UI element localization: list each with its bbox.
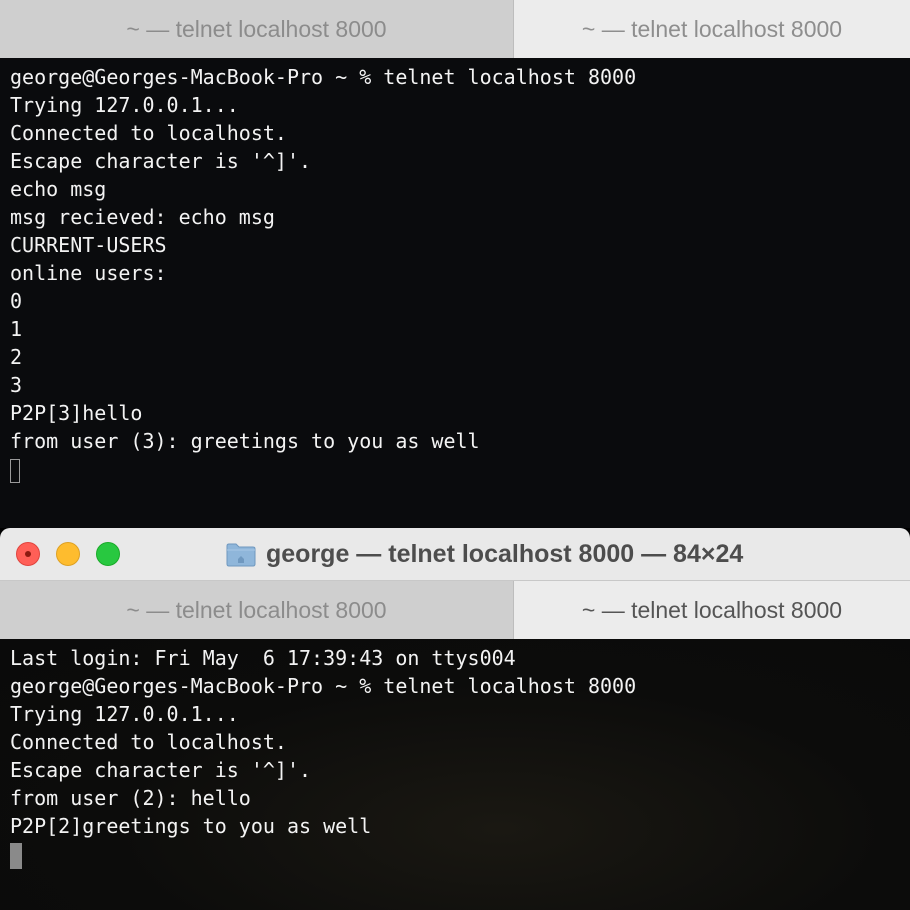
title-bar[interactable]: george — telnet localhost 8000 — 84×24: [0, 528, 910, 581]
terminal-line: P2P[3]hello: [10, 401, 143, 425]
folder-icon: [226, 543, 256, 566]
terminal-cursor-line: [10, 455, 636, 483]
maximize-button-icon[interactable]: [96, 542, 120, 566]
close-button-icon[interactable]: [16, 542, 40, 566]
tab-telnet-2[interactable]: ~ — telnet localhost 8000: [514, 0, 910, 58]
text-cursor: [10, 842, 22, 869]
terminal-line: Escape character is '^]'.: [10, 149, 312, 173]
terminal-cursor-line: [10, 840, 636, 869]
window-title: george — telnet localhost 8000 — 84×24: [226, 538, 743, 570]
terminal-line: from user (2): hello: [10, 786, 251, 810]
terminal-output[interactable]: george@Georges-MacBook-Pro ~ % telnet lo…: [0, 58, 910, 528]
terminal-line: 0: [10, 289, 23, 313]
terminal-line: george@Georges-MacBook-Pro ~ % telnet lo…: [10, 65, 637, 89]
tab-telnet-1[interactable]: ~ — telnet localhost 8000: [0, 0, 514, 58]
terminal-line: 2: [10, 345, 23, 369]
top-terminal-window: ~ — telnet localhost 8000 ~ — telnet loc…: [0, 0, 910, 528]
tab-bar: ~ — telnet localhost 8000 ~ — telnet loc…: [0, 581, 910, 639]
terminal-line: Trying 127.0.0.1...: [10, 93, 239, 117]
terminal-line: msg recieved: echo msg: [10, 205, 275, 229]
terminal-line: echo msg: [10, 177, 107, 201]
terminal-output[interactable]: Last login: Fri May 6 17:39:43 on ttys00…: [0, 639, 910, 910]
terminal-line: Connected to localhost.: [10, 730, 287, 754]
window-title-text: george — telnet localhost 8000 — 84×24: [266, 539, 744, 568]
terminal-line: Connected to localhost.: [10, 121, 287, 145]
terminal-line: george@Georges-MacBook-Pro ~ % telnet lo…: [10, 674, 637, 698]
terminal-line: 1: [10, 317, 23, 341]
terminal-line: Escape character is '^]'.: [10, 758, 312, 782]
terminal-line: Trying 127.0.0.1...: [10, 702, 239, 726]
tab-telnet-1[interactable]: ~ — telnet localhost 8000: [0, 581, 514, 639]
terminal-line: from user (3): greetings to you as well: [10, 429, 480, 453]
terminal-line: online users:: [10, 261, 167, 285]
tab-telnet-2[interactable]: ~ — telnet localhost 8000: [514, 581, 910, 639]
tab-bar: ~ — telnet localhost 8000 ~ — telnet loc…: [0, 0, 910, 58]
terminal-line: 3: [10, 373, 23, 397]
text-cursor: [10, 458, 20, 483]
terminal-line: CURRENT-USERS: [10, 233, 167, 257]
bottom-terminal-window: george — telnet localhost 8000 — 84×24 ~…: [0, 528, 910, 910]
minimize-button-icon[interactable]: [56, 542, 80, 566]
window-controls: [16, 542, 120, 566]
terminal-line: P2P[2]greetings to you as well: [10, 814, 372, 838]
terminal-line: Last login: Fri May 6 17:39:43 on ttys00…: [10, 646, 516, 670]
